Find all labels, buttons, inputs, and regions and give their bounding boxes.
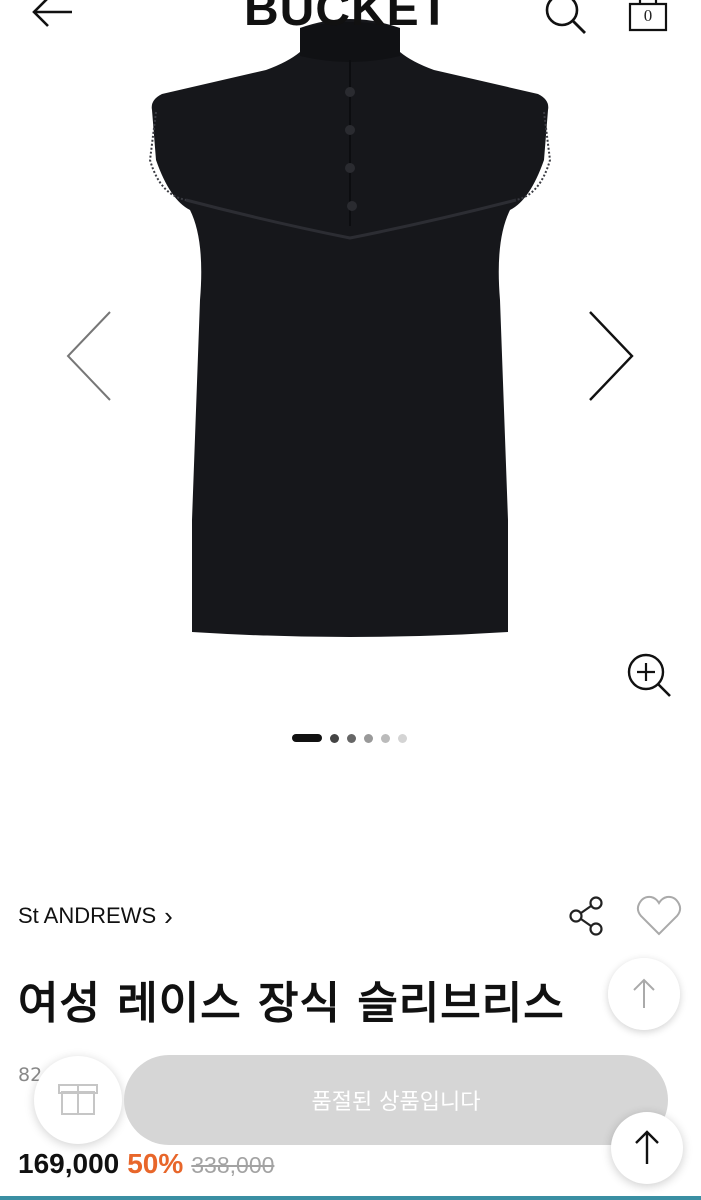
brand-name: St ANDREWS (18, 903, 157, 928)
share-button[interactable] (566, 894, 610, 938)
heart-icon (636, 895, 682, 936)
slide-indicator (292, 732, 407, 744)
arrow-up-icon (633, 978, 655, 1008)
previous-image-button[interactable] (60, 306, 116, 406)
chevron-right-icon: › (164, 901, 173, 931)
share-icon (569, 896, 603, 936)
chevron-right-icon (589, 311, 634, 401)
product-title: 여성 레이스 장식 슬리브리스 (18, 978, 565, 1029)
sale-price: 169,000 (18, 1148, 120, 1179)
brand-logo[interactable]: BUCKET (222, 0, 472, 38)
scroll-top-button-upper[interactable] (608, 958, 680, 1030)
sold-out-button[interactable]: 품절된 상품입니다 (124, 1055, 668, 1145)
slide-dot[interactable] (398, 733, 407, 743)
search-button[interactable] (540, 0, 590, 36)
arrow-up-icon (635, 1130, 659, 1164)
zoom-in-icon (627, 653, 671, 697)
sold-out-label: 품절된 상품입니다 (311, 1090, 481, 1115)
discount-rate: 50% (127, 1148, 184, 1179)
search-icon (545, 0, 586, 34)
cart-count-badge: 0 (643, 6, 653, 25)
like-button[interactable] (634, 892, 684, 940)
slide-dot[interactable] (347, 733, 356, 743)
price-row: 169,000 50% 338,000 (18, 1148, 274, 1184)
cart-button[interactable]: 0 (626, 0, 670, 36)
slide-dot[interactable] (364, 733, 373, 743)
chevron-left-icon (66, 311, 111, 401)
back-button[interactable] (28, 0, 76, 34)
brand-link[interactable]: St ANDREWS › (18, 900, 173, 932)
original-price: 338,000 (191, 1152, 275, 1178)
arrow-left-icon (32, 0, 72, 27)
bottom-accent-bar (0, 1196, 701, 1200)
slide-dot[interactable] (330, 733, 339, 743)
gift-button[interactable] (34, 1056, 122, 1144)
slide-dot[interactable] (381, 733, 390, 743)
gift-icon (58, 1084, 98, 1115)
zoom-button[interactable] (622, 648, 676, 702)
scroll-top-button[interactable] (611, 1112, 683, 1184)
slide-dot-active[interactable] (292, 734, 322, 742)
next-image-button[interactable] (584, 306, 640, 406)
